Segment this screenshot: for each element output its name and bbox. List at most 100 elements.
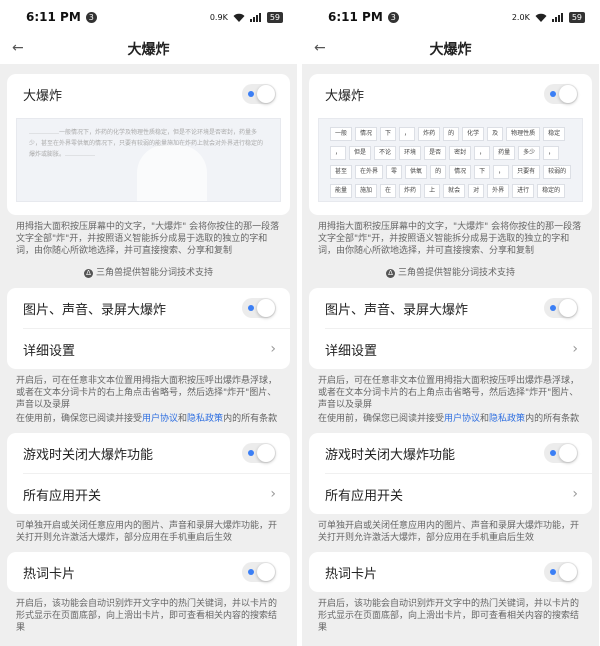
word-chip[interactable]: 较弱的 bbox=[543, 165, 572, 179]
powered-by: Δ 三角兽提供智能分词技术支持 bbox=[309, 265, 592, 288]
media-toggle-label: 图片、声音、录屏大爆炸 bbox=[325, 302, 469, 318]
word-chip[interactable]: ， bbox=[330, 146, 347, 160]
back-arrow-icon[interactable]: ← bbox=[12, 40, 24, 56]
page-title: 大爆炸 bbox=[127, 42, 170, 58]
word-chip[interactable]: ， bbox=[399, 127, 416, 141]
signal-icon bbox=[249, 12, 262, 22]
user-agreement-link[interactable]: 用户协议 bbox=[142, 414, 178, 424]
media-description: 开启后，可在任意非文本位置用拇指大面积按压呼出爆炸悬浮球，或者在文本分词卡片的右… bbox=[309, 375, 592, 433]
big-bang-toggle[interactable] bbox=[544, 84, 578, 104]
word-chip[interactable]: 药量 bbox=[493, 146, 516, 160]
big-bang-preview: 一般 情况下，炸药的化学及物理性质 稳定，但是 不论 环境 是否 密封，药量 多少，甚至 在外界… bbox=[318, 118, 583, 202]
hot-toggle-row[interactable]: 热词卡片 bbox=[309, 552, 592, 592]
hot-description: 开启后，该功能会自动识别炸开文字中的热门关键词，并以卡片的形式显示在页面底部，向… bbox=[318, 599, 580, 633]
agree-suffix: 内的所有条款 bbox=[525, 414, 580, 424]
word-chip[interactable]: 供氧 bbox=[405, 165, 428, 179]
word-chip[interactable]: 只要有 bbox=[512, 165, 541, 179]
word-chip[interactable]: 稳定的 bbox=[537, 184, 566, 198]
word-chip[interactable]: 施加 bbox=[355, 184, 378, 198]
all-apps-row[interactable]: 所有应用开关 › bbox=[309, 474, 592, 514]
word-chip[interactable]: 的 bbox=[443, 127, 460, 141]
word-chip[interactable]: 下 bbox=[474, 165, 491, 179]
game-toggle[interactable] bbox=[544, 443, 578, 463]
detail-settings-label: 详细设置 bbox=[23, 343, 76, 359]
agree-prefix: 在使用前，确保您已阅读并接受 bbox=[16, 414, 143, 424]
big-bang-toggle-row[interactable]: 大爆炸 bbox=[309, 74, 592, 114]
word-chip[interactable]: 不论 bbox=[374, 146, 397, 160]
media-toggle-row[interactable]: 图片、声音、录屏大爆炸 bbox=[309, 288, 592, 328]
media-toggle-row[interactable]: 图片、声音、录屏大爆炸 bbox=[7, 288, 290, 328]
big-bang-preview: ……………一般情况下，炸药的化学及物理性质稳定，但是不论环境是否密封，药量多少，… bbox=[16, 118, 281, 202]
chevron-right-icon: › bbox=[270, 486, 276, 502]
title-bar: ← 大爆炸 bbox=[0, 34, 297, 64]
hot-toggle[interactable] bbox=[544, 562, 578, 582]
word-chip[interactable]: 多少 bbox=[518, 146, 541, 160]
word-chip[interactable]: 环境 bbox=[399, 146, 422, 160]
all-apps-row[interactable]: 所有应用开关 › bbox=[7, 474, 290, 514]
status-time: 6:11 PM bbox=[26, 10, 81, 24]
word-chip[interactable]: 物理性质 bbox=[506, 127, 541, 141]
media-toggle[interactable] bbox=[242, 298, 276, 318]
detail-settings-row[interactable]: 详细设置 › bbox=[309, 329, 592, 369]
word-chip[interactable]: 炸药 bbox=[418, 127, 441, 141]
privacy-policy-link[interactable]: 隐私政策 bbox=[489, 414, 525, 424]
word-chip[interactable]: 的 bbox=[430, 165, 447, 179]
word-chip[interactable]: ， bbox=[493, 165, 510, 179]
word-chip[interactable]: ， bbox=[543, 146, 560, 160]
word-chip[interactable]: ， bbox=[474, 146, 491, 160]
word-chip[interactable]: 密封 bbox=[449, 146, 472, 160]
powered-by-text: 三角兽提供智能分词技术支持 bbox=[95, 268, 213, 278]
title-bar: ← 大爆炸 bbox=[302, 34, 599, 64]
word-chip[interactable]: 炸药 bbox=[399, 184, 422, 198]
big-bang-label: 大爆炸 bbox=[325, 88, 365, 104]
triangle-logo-icon: Δ bbox=[83, 269, 93, 278]
hot-toggle-row[interactable]: 热词卡片 bbox=[7, 552, 290, 592]
word-chip[interactable]: 能量 bbox=[330, 184, 353, 198]
word-chip[interactable]: 情况 bbox=[449, 165, 472, 179]
game-description: 可单独开启或关闭任意应用内的图片、声音和录屏大爆炸功能，开关打开则允许激活大爆炸… bbox=[16, 521, 278, 543]
user-agreement-link[interactable]: 用户协议 bbox=[444, 414, 480, 424]
word-chip[interactable]: 情况 bbox=[355, 127, 378, 141]
word-chip[interactable]: 化学 bbox=[462, 127, 485, 141]
word-chip[interactable]: 外界 bbox=[487, 184, 510, 198]
all-apps-label: 所有应用开关 bbox=[23, 488, 102, 504]
big-bang-toggle[interactable] bbox=[242, 84, 276, 104]
detail-settings-label: 详细设置 bbox=[325, 343, 378, 359]
settings-list: 大爆炸 一般 情况下，炸药的化学及物理性质 稳定，但是 不论 环境 是否 密封，药量 多少，甚… bbox=[302, 64, 599, 642]
word-chip[interactable]: 零 bbox=[386, 165, 403, 179]
right-screen: 6:11 PM 3 2.0K 59 ← 大爆炸 大爆炸 一般 情况下，炸药的化学及… bbox=[302, 0, 599, 646]
word-chip[interactable]: 上 bbox=[424, 184, 441, 198]
word-chip[interactable]: 在外界 bbox=[355, 165, 384, 179]
settings-list: 大爆炸 ……………一般情况下，炸药的化学及物理性质稳定，但是不论环境是否密封，药… bbox=[0, 64, 297, 642]
media-toggle[interactable] bbox=[544, 298, 578, 318]
chevron-right-icon: › bbox=[270, 341, 276, 357]
privacy-policy-link[interactable]: 隐私政策 bbox=[187, 414, 223, 424]
game-toggle[interactable] bbox=[242, 443, 276, 463]
game-toggle-label: 游戏时关闭大爆炸功能 bbox=[23, 447, 154, 463]
hot-card: 热词卡片 bbox=[309, 552, 592, 592]
word-chip[interactable]: 对 bbox=[468, 184, 485, 198]
word-chip[interactable]: 在 bbox=[380, 184, 397, 198]
word-chip[interactable]: 及 bbox=[487, 127, 504, 141]
game-toggle-row[interactable]: 游戏时关闭大爆炸功能 bbox=[309, 433, 592, 473]
word-chip[interactable]: 但是 bbox=[349, 146, 372, 160]
triangle-logo-icon: Δ bbox=[385, 269, 395, 278]
left-screen: 6:11 PM 3 0.9K 59 ← 大爆炸 大爆炸 ……………一般情况下，炸… bbox=[0, 0, 297, 646]
media-description: 开启后，可在任意非文本位置用拇指大面积按压呼出爆炸悬浮球，或者在文本分词卡片的右… bbox=[7, 375, 290, 433]
network-speed: 2.0K bbox=[511, 12, 530, 22]
word-chip[interactable]: 甚至 bbox=[330, 165, 353, 179]
wifi-icon bbox=[535, 13, 547, 22]
back-arrow-icon[interactable]: ← bbox=[314, 40, 326, 56]
word-chip[interactable]: 稳定 bbox=[543, 127, 566, 141]
big-bang-toggle-row[interactable]: 大爆炸 bbox=[7, 74, 290, 114]
word-chip[interactable]: 就会 bbox=[443, 184, 466, 198]
word-chip[interactable]: 进行 bbox=[512, 184, 535, 198]
game-toggle-label: 游戏时关闭大爆炸功能 bbox=[325, 447, 456, 463]
hot-toggle[interactable] bbox=[242, 562, 276, 582]
word-chip[interactable]: 下 bbox=[380, 127, 397, 141]
game-toggle-row[interactable]: 游戏时关闭大爆炸功能 bbox=[7, 433, 290, 473]
word-chip[interactable]: 是否 bbox=[424, 146, 447, 160]
agree-and: 和 bbox=[178, 414, 188, 424]
detail-settings-row[interactable]: 详细设置 › bbox=[7, 329, 290, 369]
word-chip[interactable]: 一般 bbox=[330, 127, 353, 141]
